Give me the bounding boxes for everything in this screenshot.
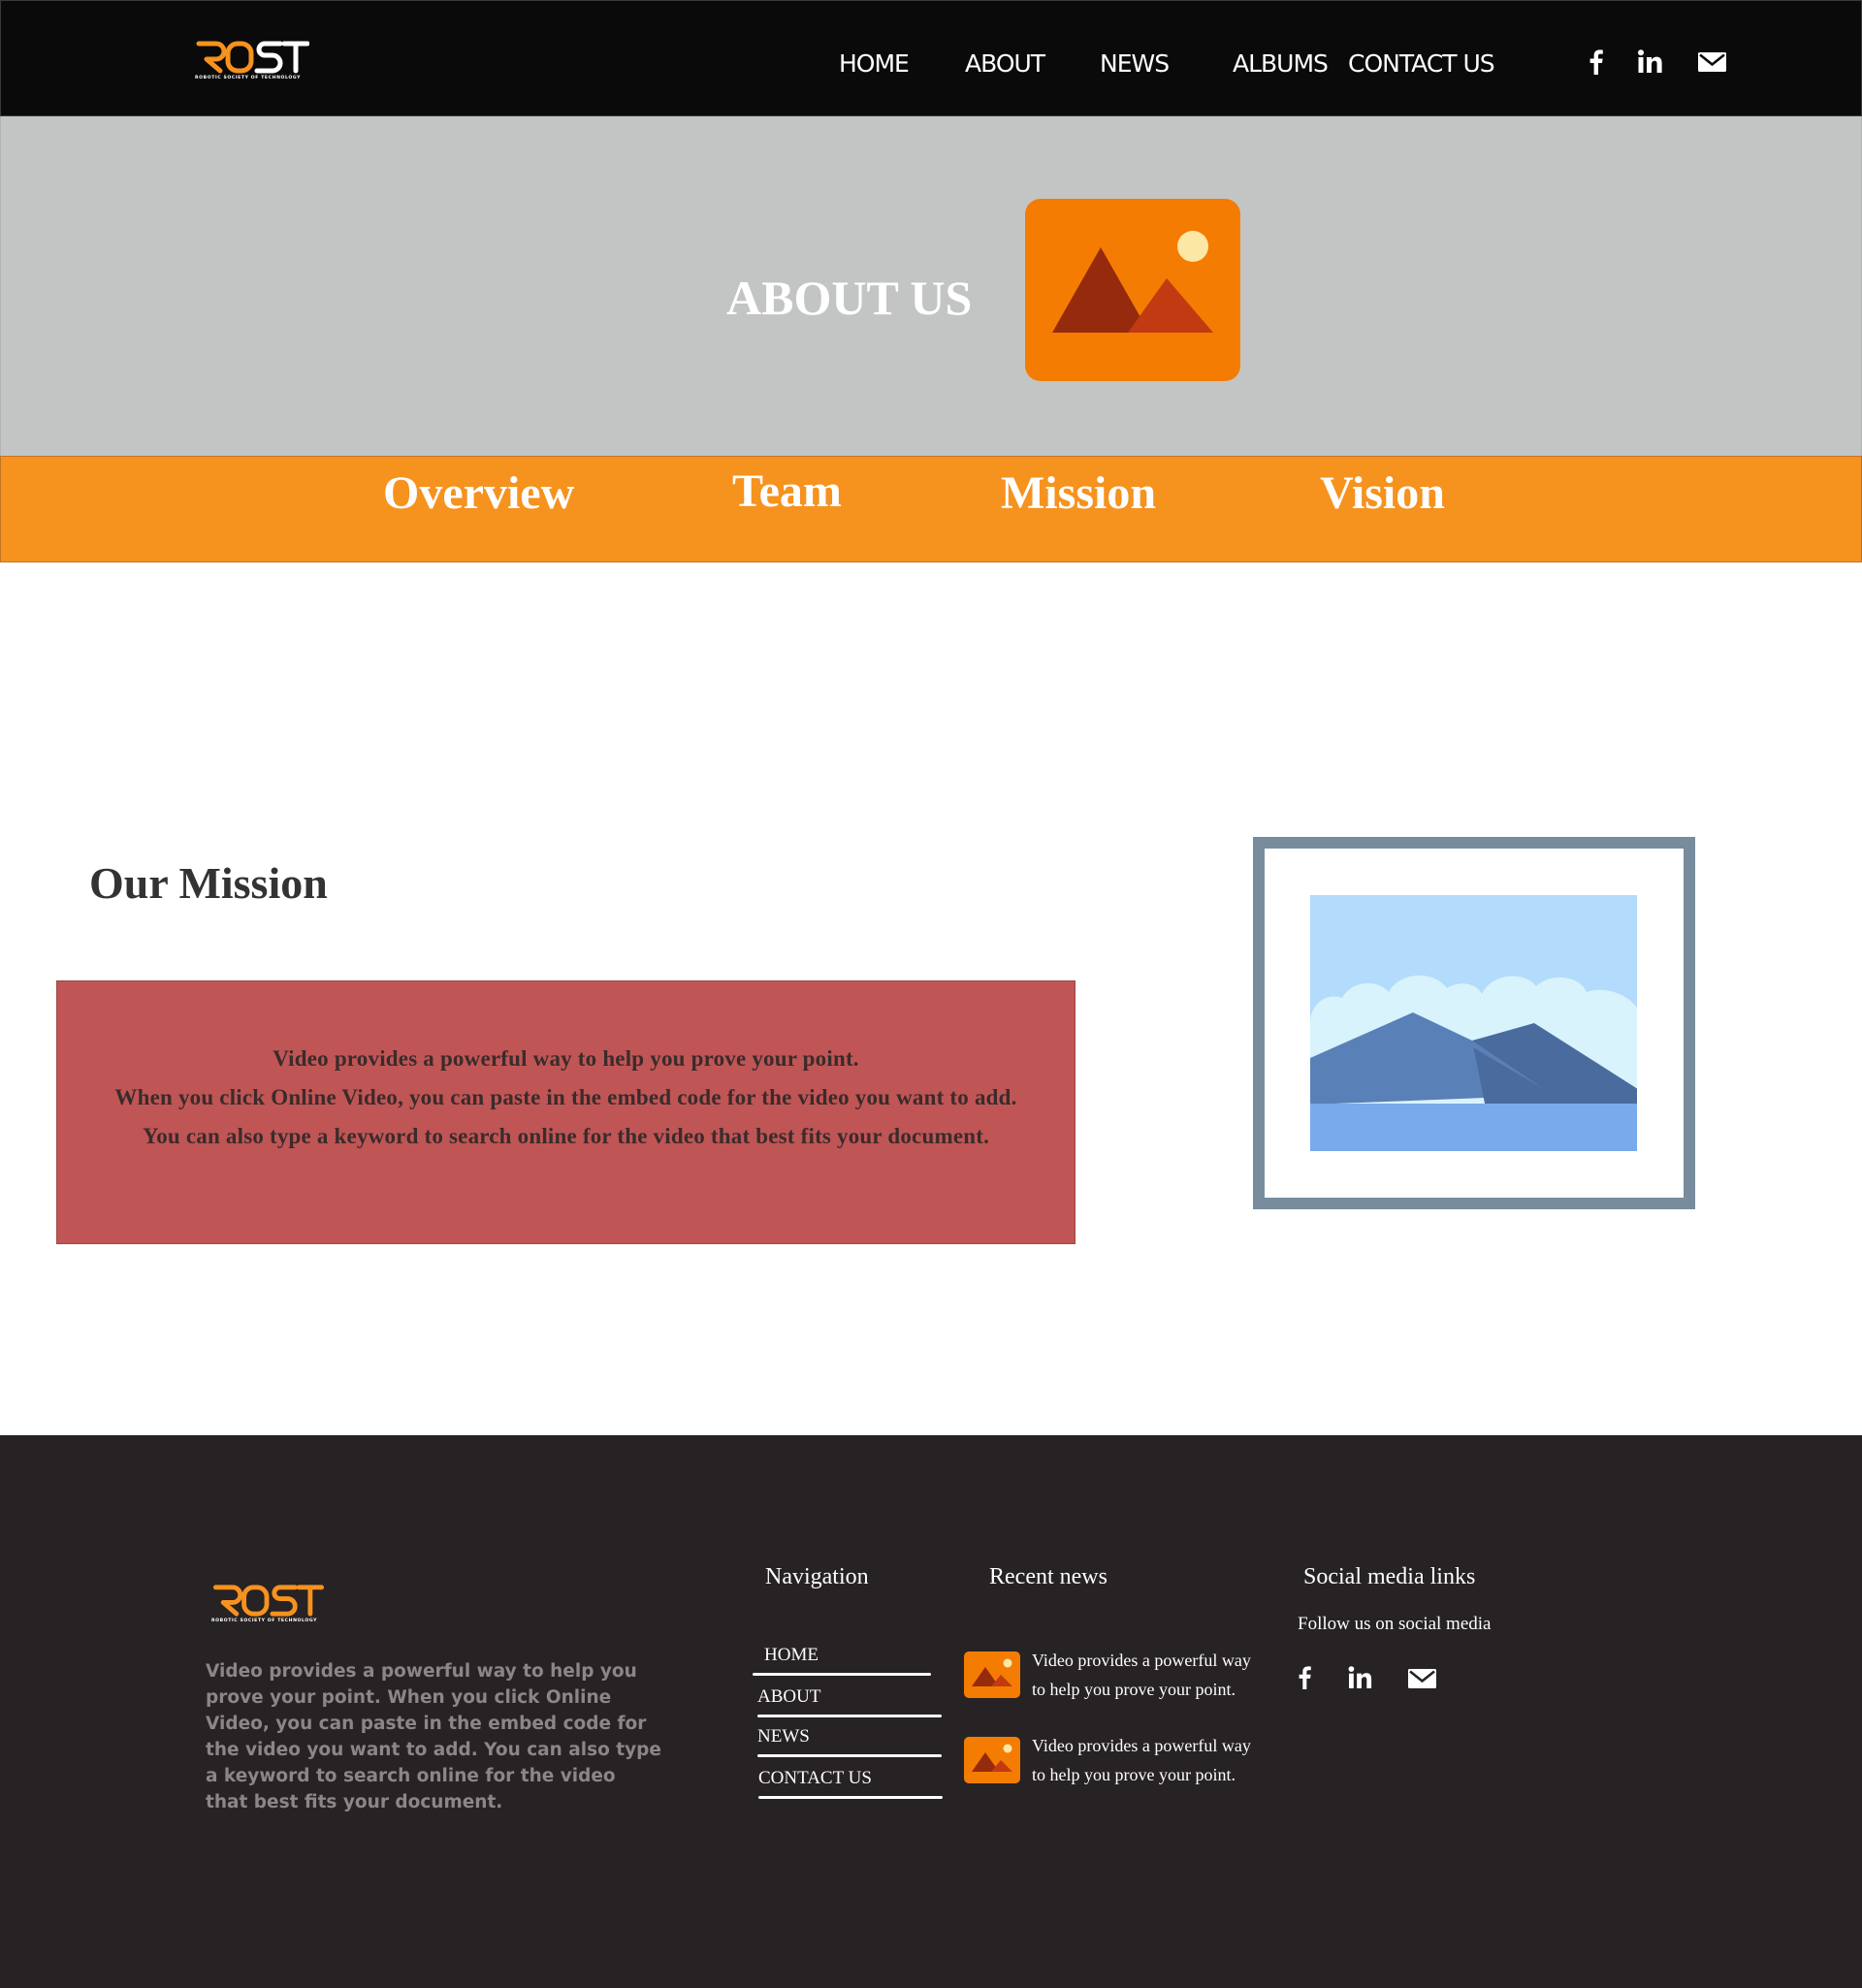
tab-mission[interactable]: Mission [1001, 466, 1156, 520]
footer-description: Video provides a powerful way to help yo… [206, 1661, 661, 1812]
footer-nav-home[interactable]: HOME [764, 1645, 819, 1666]
logo-tagline: ROBOTIC SOCIETY OF TECHNOLOGY [195, 76, 302, 80]
about-tabs: Overview Team Mission Vision [0, 456, 1862, 562]
tab-vision[interactable]: Vision [1320, 466, 1445, 520]
mail-icon[interactable] [1408, 1669, 1436, 1688]
linkedin-icon[interactable] [1348, 1666, 1372, 1688]
mail-icon[interactable] [1698, 52, 1726, 72]
site-header: ROBOTIC SOCIETY OF TECHNOLOGY HOME ABOUT… [0, 0, 1862, 116]
mission-line: When you click Online Video, you can pas… [114, 1085, 1017, 1109]
logo-tagline: ROBOTIC SOCIETY OF TECHNOLOGY [211, 1619, 318, 1623]
rost-logo-icon [196, 41, 309, 74]
mountain-landscape-icon [1025, 199, 1240, 381]
site-logo[interactable]: ROBOTIC SOCIETY OF TECHNOLOGY [195, 38, 309, 80]
footer-nav-heading: Navigation [765, 1564, 869, 1589]
linkedin-icon[interactable] [1638, 49, 1662, 73]
tab-team[interactable]: Team [732, 465, 842, 518]
follow-text: Follow us on social media [1298, 1614, 1492, 1634]
news-text: Video provides a powerful way to help yo… [1032, 1651, 1251, 1699]
nav-news[interactable]: NEWS [1100, 49, 1170, 78]
mission-text-box: Video provides a powerful way to help yo… [56, 980, 1075, 1244]
mission-heading: Our Mission [89, 858, 328, 908]
rost-logo-icon [212, 1585, 324, 1617]
news-thumbnail-icon [964, 1737, 1020, 1783]
tab-overview[interactable]: Overview [383, 466, 574, 520]
nav-albums[interactable]: ALBUMS [1233, 49, 1329, 78]
facebook-icon[interactable] [1589, 49, 1603, 75]
nav-home[interactable]: HOME [839, 49, 910, 78]
footer-nav-news[interactable]: NEWS [757, 1726, 810, 1748]
footer-logo[interactable]: ROBOTIC SOCIETY OF TECHNOLOGY [211, 1582, 324, 1623]
recent-news-heading: Recent news [989, 1564, 1108, 1589]
footer-nav-divider [757, 1715, 942, 1717]
social-links-heading: Social media links [1303, 1564, 1476, 1589]
footer-nav-about[interactable]: ABOUT [757, 1686, 820, 1708]
footer-nav-divider [753, 1673, 931, 1676]
news-text: Video provides a powerful way to help yo… [1032, 1736, 1251, 1784]
footer-nav-contact-us[interactable]: CONTACT US [758, 1768, 872, 1789]
nav-contact-us[interactable]: CONTACT US [1348, 49, 1495, 78]
nav-about[interactable]: ABOUT [965, 49, 1045, 78]
news-thumbnail-icon [964, 1651, 1020, 1698]
mission-line: You can also type a keyword to search on… [142, 1124, 990, 1148]
footer-nav-divider [757, 1754, 942, 1757]
hero-banner: ABOUT US [0, 116, 1862, 456]
site-footer: ROBOTIC SOCIETY OF TECHNOLOGY Video prov… [0, 1435, 1862, 1988]
mission-line: Video provides a powerful way to help yo… [273, 1046, 859, 1071]
footer-nav-divider [758, 1796, 943, 1799]
facebook-icon[interactable] [1299, 1666, 1311, 1689]
framed-landscape-icon [1253, 837, 1695, 1209]
page-title: ABOUT US [726, 271, 973, 325]
